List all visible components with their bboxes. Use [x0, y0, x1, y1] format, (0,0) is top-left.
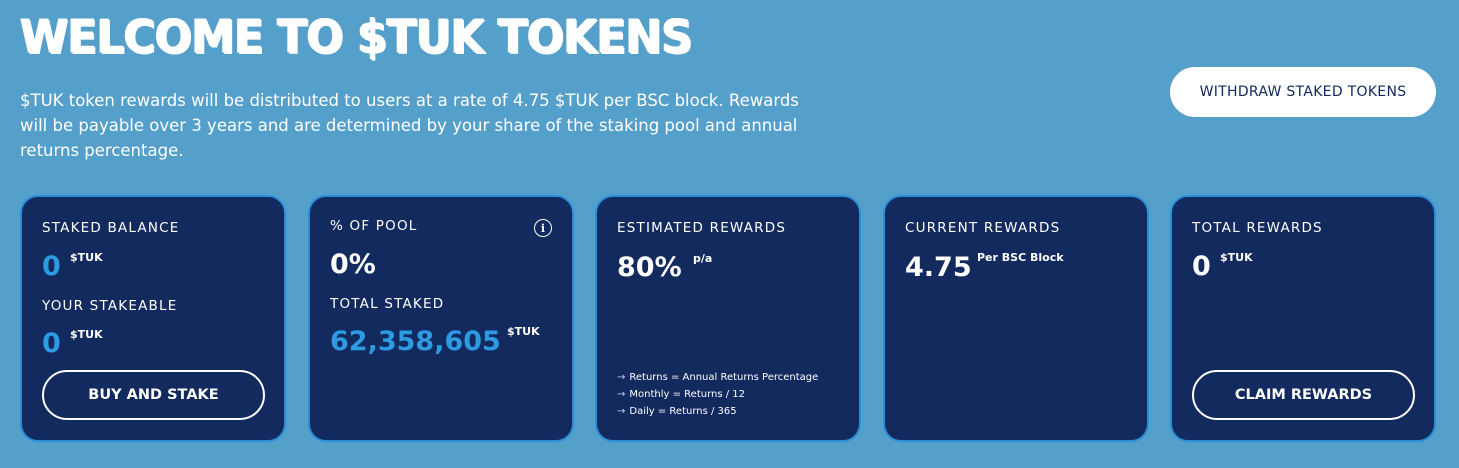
staked-balance-card: STAKED BALANCE 0 $TUK YOUR STAKEABLE 0 $… — [20, 195, 286, 442]
staked-balance-value: 0 — [42, 251, 61, 282]
note-monthly: → Monthly = Returns / 12 — [617, 386, 818, 403]
intro-text: $TUK token rewards will be distributed t… — [20, 91, 799, 160]
estimated-rewards-value: 80% — [617, 252, 682, 283]
note-returns: → Returns = Annual Returns Percentage — [617, 369, 818, 386]
total-staked-value: 62,358,605 — [330, 326, 501, 357]
buy-and-stake-button[interactable]: BUY AND STAKE — [42, 370, 265, 420]
arrow-right-icon: → — [617, 372, 626, 383]
pool-share-label: % OF POOL — [330, 218, 418, 234]
total-rewards-card: TOTAL REWARDS 0 $TUK CLAIM REWARDS — [1170, 195, 1436, 442]
arrow-right-icon: → — [617, 389, 626, 400]
current-rewards-label: CURRENT REWARDS — [905, 220, 1061, 236]
total-staked-unit: $TUK — [507, 325, 540, 338]
withdraw-staked-tokens-button[interactable]: WITHDRAW STAKED TOKENS — [1170, 67, 1436, 117]
current-rewards-value: 4.75 — [905, 252, 972, 283]
total-rewards-value: 0 — [1192, 251, 1211, 282]
estimated-rewards-card: ESTIMATED REWARDS 80% p/a → Returns = An… — [595, 195, 861, 442]
stakeable-value: 0 — [42, 328, 61, 359]
total-staked-label: TOTAL STAKED — [330, 296, 445, 312]
staking-page: WELCOME TO $TUK TOKENS $TUK token reward… — [0, 0, 1459, 468]
stakeable-label: YOUR STAKEABLE — [42, 298, 178, 314]
arrow-right-icon: → — [617, 406, 626, 417]
pool-share-value: 0% — [330, 249, 376, 280]
current-rewards-card: CURRENT REWARDS 4.75 Per BSC Block — [883, 195, 1149, 442]
claim-rewards-button[interactable]: CLAIM REWARDS — [1192, 370, 1415, 420]
stakeable-unit: $TUK — [70, 328, 103, 341]
current-rewards-unit: Per BSC Block — [977, 251, 1064, 264]
estimated-rewards-label: ESTIMATED REWARDS — [617, 220, 787, 236]
page-title: WELCOME TO $TUK TOKENS — [20, 10, 693, 65]
info-icon[interactable]: i — [534, 219, 552, 237]
pool-share-card: % OF POOL i 0% TOTAL STAKED 62,358,605 $… — [308, 195, 574, 442]
note-daily: → Daily = Returns / 365 — [617, 403, 818, 420]
staked-balance-unit: $TUK — [70, 251, 103, 264]
estimated-rewards-unit: p/a — [693, 252, 713, 265]
total-rewards-unit: $TUK — [1220, 251, 1253, 264]
staked-balance-label: STAKED BALANCE — [42, 220, 180, 236]
total-rewards-label: TOTAL REWARDS — [1192, 220, 1323, 236]
returns-notes: → Returns = Annual Returns Percentage → … — [617, 369, 818, 420]
